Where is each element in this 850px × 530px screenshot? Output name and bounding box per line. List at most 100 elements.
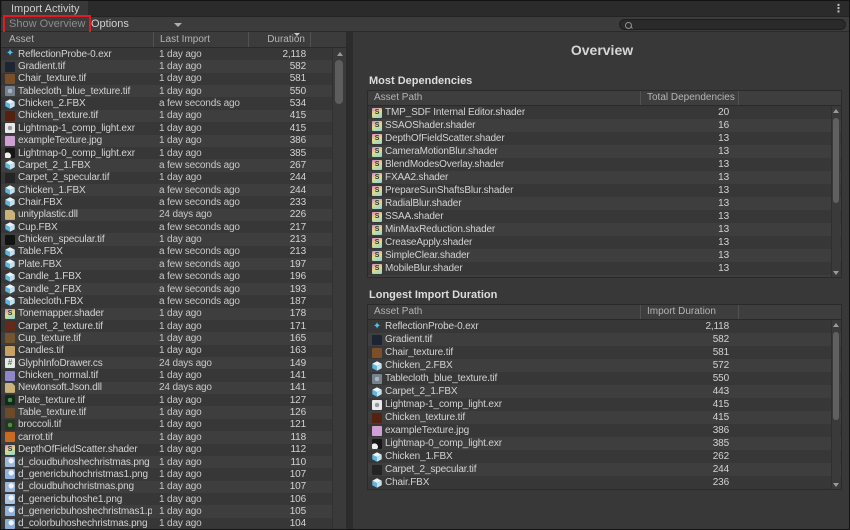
table-row[interactable]: d_genericbuhoshechristmas1.png1 day ago1… [1,505,332,517]
table-row[interactable]: SFXAA2.shader13 [368,171,841,184]
table-row[interactable]: Lightmap-0_comp_light.exr1 day ago385 [1,147,332,159]
table-row[interactable]: broccoli.tif1 day ago121 [1,419,332,431]
most-dependencies-scrollbar[interactable] [831,106,840,278]
table-row[interactable]: Chair_texture.tif1 day ago581 [1,73,332,85]
scroll-up-icon[interactable] [833,323,839,327]
table-row[interactable]: Table.FBXa few seconds ago213 [1,246,332,258]
table-row[interactable]: SPrepareSunShaftsBlur.shader13 [368,184,841,197]
table-row[interactable]: Table_texture.tif1 day ago126 [1,406,332,418]
table-row[interactable]: Lightmap-1_comp_light.exr1 day ago415 [1,122,332,134]
table-row[interactable]: Chair_texture.tif581 [368,346,841,359]
column-header-asset-path[interactable]: Asset Path [368,91,640,105]
asset-table-scrollbar[interactable] [332,48,346,530]
table-row[interactable]: carrot.tif1 day ago118 [1,431,332,443]
table-row[interactable]: d_genericbuhoshe1.png1 day ago106 [1,493,332,505]
table-row[interactable]: SDepthOfFieldScatter.shader1 day ago112 [1,444,332,456]
search-field[interactable] [619,19,846,30]
table-row[interactable]: d_cloudbuhoshechristmas.png1 day ago110 [1,456,332,468]
scroll-up-icon[interactable] [833,109,839,113]
table-row[interactable]: Tablecloth.FBXa few seconds ago187 [1,295,332,307]
table-row[interactable]: d_cloudbuhochristmas.png1 day ago107 [1,481,332,493]
table-row[interactable]: Cup.FBXa few seconds ago217 [1,221,332,233]
column-header-total-dependencies[interactable]: Total Dependencies [640,91,739,105]
table-row[interactable]: Chicken_texture.tif415 [368,411,841,424]
duration-value: 550 [248,86,306,97]
table-row[interactable]: Candle_2.FBXa few seconds ago193 [1,283,332,295]
column-header-asset-path[interactable]: Asset Path [368,305,640,319]
table-row[interactable]: Lightmap-0_comp_light.exr385 [368,437,841,450]
duration-value: 126 [248,407,306,418]
table-row[interactable]: Chicken_2.FBX572 [368,359,841,372]
table-row[interactable]: Chicken_1.FBX262 [368,450,841,463]
options-dropdown[interactable]: Options [91,17,186,32]
table-row[interactable]: Gradient.tif1 day ago582 [1,60,332,72]
table-row[interactable]: Carpet_2_1.FBXa few seconds ago267 [1,159,332,171]
table-row[interactable]: Newtonsoft.Json.dll24 days ago141 [1,382,332,394]
table-row[interactable]: Chair.FBXa few seconds ago233 [1,196,332,208]
asset-path: SSAA.shader [385,211,642,222]
table-row[interactable]: SSSAA.shader13 [368,210,841,223]
table-row[interactable]: Chicken_1.FBXa few seconds ago244 [1,184,332,196]
table-row[interactable]: Cup_texture.tif1 day ago165 [1,332,332,344]
table-row[interactable]: SBlendModesOverlay.shader13 [368,158,841,171]
table-row[interactable]: Gradient.tif582 [368,333,841,346]
table-row[interactable]: SSSAOShader.shader16 [368,119,841,132]
scrollbar-thumb[interactable] [833,332,839,420]
scroll-up-icon[interactable] [337,52,343,56]
table-row[interactable]: #GlyphInfoDrawer.cs24 days ago149 [1,357,332,369]
column-header-import-duration[interactable]: Import Duration (ms) [640,305,739,319]
last-import-value: 1 day ago [152,123,248,134]
table-row[interactable]: unityplastic.dll24 days ago226 [1,209,332,221]
table-row[interactable]: Candle_1.FBXa few seconds ago196 [1,270,332,282]
column-header-last-import[interactable]: Last Import [153,32,248,47]
table-row[interactable]: Chicken_specular.tif1 day ago213 [1,233,332,245]
table-row[interactable]: Chicken_texture.tif1 day ago415 [1,110,332,122]
table-row[interactable]: SCameraMotionBlur.shader13 [368,145,841,158]
table-row[interactable]: exampleTexture.jpg386 [368,424,841,437]
scrollbar-thumb[interactable] [335,60,343,104]
table-row[interactable]: Candles.tif1 day ago163 [1,345,332,357]
tab-import-activity[interactable]: Import Activity [2,1,88,17]
value-cell: 13 [642,250,741,261]
table-row[interactable]: SMobileBlur.shader13 [368,262,841,275]
column-header-duration[interactable]: Duration (ms) [248,32,311,47]
table-row[interactable]: ✦ReflectionProbe-0.exr1 day ago2,118 [1,48,332,60]
table-row[interactable]: d_colorbuhoshechristmas.png1 day ago104 [1,518,332,530]
fbx-model-icon [5,272,15,282]
table-row[interactable]: exampleTexture.jpg1 day ago386 [1,135,332,147]
asset-name: Lightmap-1_comp_light.exr [18,123,152,134]
table-row[interactable]: ✦ReflectionProbe-0.exr2,118 [368,320,841,333]
table-row[interactable]: Carpet_2_specular.tif244 [368,463,841,476]
asset-name: Plate.FBX [18,259,152,270]
table-row[interactable]: SMinMaxReduction.shader13 [368,223,841,236]
table-row[interactable]: SRadialBlur.shader13 [368,197,841,210]
value-cell: 443 [642,386,741,397]
table-row[interactable]: d_genericbuhochristmas1.png1 day ago107 [1,468,332,480]
table-row[interactable]: Carpet_2_specular.tif1 day ago244 [1,172,332,184]
table-row[interactable]: SSimpleClear.shader13 [368,249,841,262]
texture-icon [372,400,382,410]
table-row[interactable]: Carpet_2_texture.tif1 day ago171 [1,320,332,332]
table-row[interactable]: Plate_texture.tif1 day ago127 [1,394,332,406]
table-row[interactable]: Chicken_normal.tif1 day ago141 [1,369,332,381]
table-row[interactable]: Tablecloth_blue_texture.tif1 day ago550 [1,85,332,97]
scroll-down-icon[interactable] [833,271,839,275]
scroll-down-icon[interactable] [833,483,839,487]
table-row[interactable]: Carpet_2_1.FBX443 [368,385,841,398]
panel-divider[interactable] [346,32,353,530]
table-row[interactable]: SDepthOfFieldScatter.shader13 [368,132,841,145]
table-row[interactable]: Tablecloth_blue_texture.tif550 [368,372,841,385]
table-row[interactable]: SCreaseApply.shader13 [368,236,841,249]
table-row[interactable]: Plate.FBXa few seconds ago197 [1,258,332,270]
column-header-asset[interactable]: Asset [1,32,153,47]
table-row[interactable]: Lightmap-1_comp_light.exr415 [368,398,841,411]
table-row[interactable]: STonemapper.shader1 day ago178 [1,308,332,320]
table-row[interactable]: STMP_SDF Internal Editor.shader20 [368,106,841,119]
longest-import-duration-scrollbar[interactable] [831,320,840,490]
scrollbar-thumb[interactable] [833,118,839,203]
table-row[interactable]: Chair.FBX236 [368,476,841,489]
search-input[interactable] [634,20,843,31]
show-overview-button[interactable]: Show Overview [9,17,85,32]
window-menu-icon[interactable]: ⋮ [833,2,843,16]
table-row[interactable]: Chicken_2.FBXa few seconds ago534 [1,97,332,109]
